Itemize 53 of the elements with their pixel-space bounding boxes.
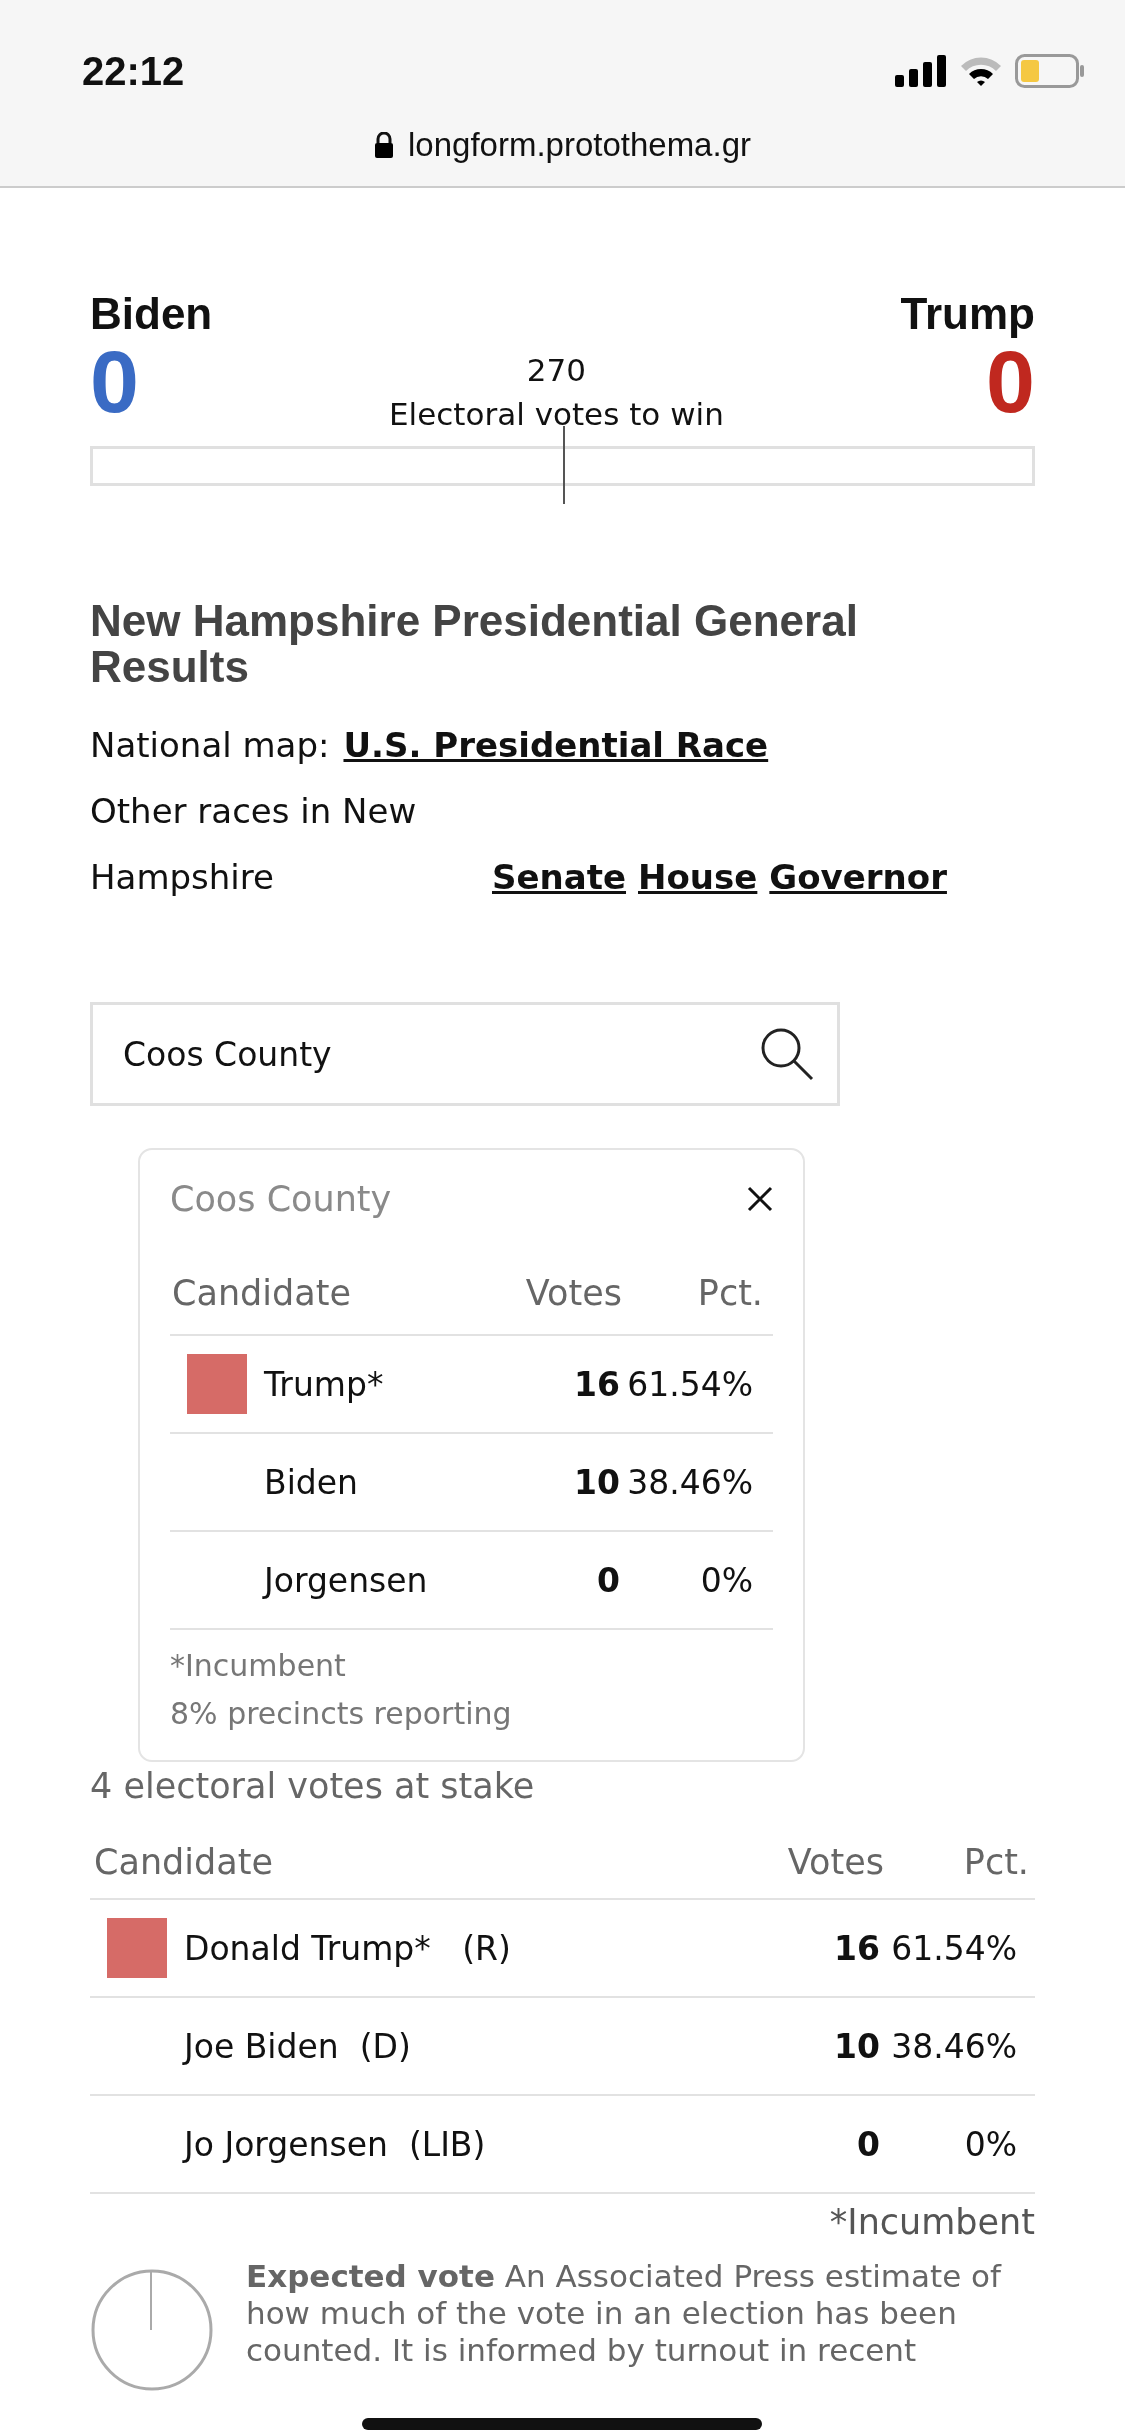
address-bar[interactable]: longform.protothema.gr xyxy=(0,126,1125,164)
footnote: *Incumbent xyxy=(829,2201,1035,2244)
candidate-name: Donald Trump* (R) xyxy=(184,1928,512,1968)
vote-count: 16 xyxy=(573,1364,620,1404)
popup-title: Coos County xyxy=(170,1179,392,1219)
link-label: National map: xyxy=(90,724,330,767)
column-header: Pct. xyxy=(696,1273,764,1313)
threshold-label: Electoral votes to win xyxy=(389,395,724,434)
electoral-count: 0 xyxy=(90,340,139,424)
electoral-count: 0 xyxy=(986,340,1035,424)
search-field[interactable]: Coos County xyxy=(90,1002,840,1106)
page-heading: New Hampshire Presidential General Results xyxy=(90,598,859,690)
footnote: *Incumbent xyxy=(170,1647,347,1685)
candidate-name: Trump xyxy=(900,288,1035,340)
candidate-name: Biden xyxy=(264,1462,359,1502)
column-header: Votes xyxy=(524,1273,622,1313)
stake-text: 4 electoral votes at stake xyxy=(90,1766,536,1806)
column-header: Votes xyxy=(786,1842,884,1882)
vote-percent: 38.46% xyxy=(890,2026,1018,2066)
expected-vote-description: Expected vote An Associated Press estimate of how much of the vote in an election has been counted. It is informed by turnout in recent xyxy=(246,2258,1003,2370)
vote-count: 0 xyxy=(856,2124,880,2164)
battery-icon xyxy=(1015,54,1085,88)
signal-icon xyxy=(895,55,947,87)
race-link[interactable]: Senate xyxy=(492,857,626,897)
column-header: Candidate xyxy=(93,1842,274,1882)
search-icon xyxy=(760,1027,814,1081)
vote-percent: 0% xyxy=(963,2124,1018,2164)
wifi-icon xyxy=(959,55,1003,87)
win-threshold: 270 xyxy=(526,351,586,390)
race-link[interactable]: Governor xyxy=(769,857,947,897)
link-label: Other races in New Hampshire xyxy=(90,790,418,899)
footnote: 8% precincts reporting xyxy=(170,1695,513,1733)
vote-percent: 38.46% xyxy=(626,1462,754,1502)
candidate-name: Jorgensen xyxy=(264,1560,429,1600)
candidate-name: Joe Biden (D) xyxy=(184,2026,412,2066)
lock-icon xyxy=(374,132,394,158)
column-header: Pct. xyxy=(962,1842,1030,1882)
close-icon[interactable] xyxy=(747,1186,773,1212)
vote-percent: 0% xyxy=(699,1560,754,1600)
vote-count: 10 xyxy=(833,2026,880,2066)
vote-percent: 61.54% xyxy=(890,1928,1018,1968)
vote-percent: 61.54% xyxy=(626,1364,754,1404)
vote-count: 10 xyxy=(573,1462,620,1502)
clock: 22:12 xyxy=(82,48,185,94)
candidate-name: Biden xyxy=(90,288,213,340)
race-link[interactable]: House xyxy=(638,857,758,897)
candidate-name: Jo Jorgensen (LIB) xyxy=(184,2124,487,2164)
column-header: Candidate xyxy=(171,1273,352,1313)
vote-count: 0 xyxy=(596,1560,620,1600)
vote-count: 16 xyxy=(833,1928,880,1968)
pie-icon xyxy=(90,2268,214,2392)
race-link[interactable]: U.S. Presidential Race xyxy=(343,712,769,778)
candidate-name: Trump* xyxy=(264,1364,385,1404)
